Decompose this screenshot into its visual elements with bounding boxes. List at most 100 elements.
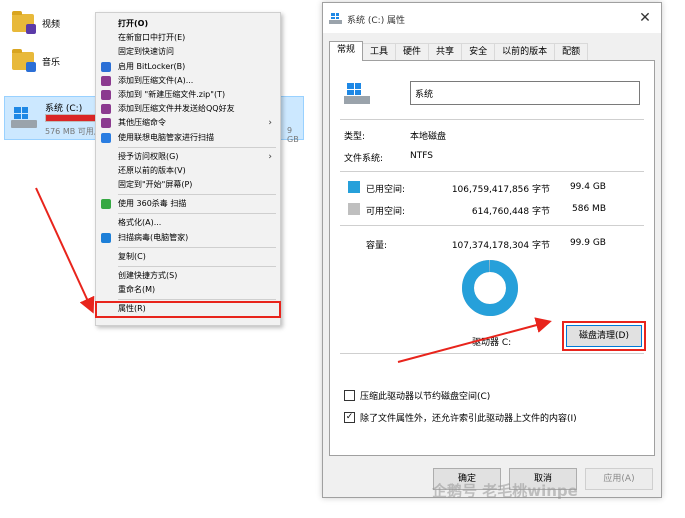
context-menu-item[interactable]: 重命名(M) — [96, 283, 280, 297]
folder-videos[interactable]: 视频 — [12, 11, 61, 34]
drive-icon — [11, 107, 39, 129]
used-space-label: 已用空间: — [366, 185, 406, 195]
free-space-size: 586 MB — [572, 204, 606, 214]
context-menu-item-label: 格式化(A)... — [118, 218, 162, 228]
disk-cleanup-button[interactable]: 磁盘清理(D) — [566, 325, 642, 347]
drive-icon — [329, 13, 343, 25]
close-button[interactable]: ✕ — [633, 7, 657, 29]
used-space-bytes: 106,759,417,856 字节 — [451, 185, 550, 195]
context-menu-item-label: 属性(R) — [118, 304, 146, 314]
context-menu-item-label: 授予访问权限(G) — [118, 151, 179, 161]
folder-music[interactable]: 音乐 — [12, 49, 60, 72]
drive-letter-label: 驱动器 C: — [472, 338, 512, 348]
compress-checkbox-label: 压缩此驱动器以节约磁盘空间(C) — [360, 392, 491, 402]
context-menu-item[interactable]: 扫描病毒(电脑管家) — [96, 231, 280, 245]
compress-option[interactable]: 压缩此驱动器以节约磁盘空间(C) — [344, 389, 490, 402]
context-menu-item[interactable]: 属性(R) — [95, 301, 281, 318]
title-bar[interactable]: 系统 (C:) 属性 ✕ — [323, 3, 661, 33]
filesystem-value: NTFS — [410, 151, 433, 161]
winrar-icon — [101, 89, 111, 100]
drive-free-text: 576 MB 可用, — [45, 127, 97, 136]
properties-dialog: 系统 (C:) 属性 ✕ 常规工具硬件共享安全以前的版本配额 类型: 本地磁盘 … — [322, 2, 662, 498]
context-menu-item-label: 添加到压缩文件(A)... — [118, 75, 194, 85]
divider — [340, 353, 644, 354]
apply-button[interactable]: 应用(A) — [585, 468, 653, 490]
drive-name: 系统 (C:) — [45, 104, 83, 114]
context-menu-item[interactable]: 其他压缩命令 › — [96, 116, 280, 130]
context-menu-item[interactable]: 使用 360杀毒 扫描 — [96, 197, 280, 211]
type-label: 类型: — [344, 132, 366, 142]
context-menu-item[interactable]: 还原以前的版本(V) — [96, 164, 280, 178]
context-menu-item[interactable]: 在新窗口中打开(E) — [96, 31, 280, 45]
drive-name-input[interactable] — [410, 81, 640, 105]
used-space-size: 99.4 GB — [569, 182, 606, 192]
chevron-right-icon: › — [268, 118, 272, 129]
winrar-icon — [101, 75, 111, 86]
general-tab-panel: 类型: 本地磁盘 文件系统: NTFS 已用空间: 106,759,417,85… — [329, 60, 655, 456]
context-menu-item[interactable]: 格式化(A)... — [96, 216, 280, 230]
watermark-text: 企鹅号 老毛桃winpe — [432, 482, 578, 500]
free-space-label: 可用空间: — [366, 207, 406, 217]
context-menu-item[interactable]: 启用 BitLocker(B) — [96, 60, 280, 74]
winrar-icon — [101, 104, 111, 115]
tab-5[interactable]: 以前的版本 — [494, 43, 556, 61]
menu-separator — [118, 299, 276, 301]
menu-separator — [118, 194, 276, 196]
tab-3[interactable]: 共享 — [428, 43, 463, 61]
chevron-right-icon: › — [268, 151, 272, 162]
context-menu-item-label: 复制(C) — [118, 251, 146, 261]
close-icon: ✕ — [639, 10, 651, 26]
context-menu-item-label: 添加到压缩文件并发送给QQ好友 — [118, 104, 235, 114]
tab-6[interactable]: 配额 — [554, 43, 589, 61]
context-menu-item-label: 扫描病毒(电脑管家) — [118, 232, 189, 242]
free-space-swatch — [348, 203, 360, 215]
menu-separator — [118, 266, 276, 267]
context-menu-item-label: 固定到快速访问 — [118, 47, 174, 57]
context-menu-item[interactable]: 打开(O) — [96, 17, 280, 31]
type-value: 本地磁盘 — [410, 132, 447, 142]
context-menu-item[interactable]: 添加到 "新建压缩文件.zip"(T) — [96, 88, 280, 102]
index-option[interactable]: ✓ 除了文件属性外，还允许索引此驱动器上文件的内容(I) — [344, 411, 577, 424]
used-space-swatch — [348, 181, 360, 193]
capacity-size: 99.9 GB — [569, 238, 606, 248]
context-menu-item-label: 创建快捷方式(S) — [118, 271, 178, 280]
context-menu-item[interactable]: 添加到压缩文件并发送给QQ好友 — [96, 102, 280, 116]
context-menu-item-label: 使用 360杀毒 扫描 — [118, 199, 187, 209]
context-menu-item[interactable]: 创建快捷方式(S) — [96, 269, 280, 283]
drive-icon — [344, 83, 372, 105]
tab-4[interactable]: 安全 — [461, 43, 496, 61]
context-menu-item[interactable]: 使用联想电脑管家进行扫描 — [96, 131, 280, 145]
donut-used-ring — [462, 260, 518, 316]
context-menu-item-label: 打开(O) — [118, 19, 149, 28]
divider — [340, 119, 644, 120]
context-menu-item[interactable]: 固定到"开始"屏幕(P) — [96, 178, 280, 192]
360-shield-icon — [101, 199, 111, 210]
context-menu-item-label: 其他压缩命令 — [118, 118, 166, 128]
tab-1[interactable]: 工具 — [362, 43, 397, 61]
context-menu-item[interactable]: 授予访问权限(G) › — [96, 150, 280, 164]
context-menu-item[interactable]: 复制(C) — [96, 250, 280, 264]
context-menu-item[interactable]: 固定到快速访问 — [96, 45, 280, 59]
context-menu-item-label: 在新窗口中打开(E) — [118, 33, 186, 43]
context-menu-item-label: 启用 BitLocker(B) — [118, 61, 186, 71]
lenovo-icon — [101, 132, 111, 143]
usage-donut-chart — [462, 260, 518, 316]
index-checkbox[interactable]: ✓ — [344, 412, 355, 423]
capacity-label: 容量: — [366, 241, 388, 251]
tab-2[interactable]: 硬件 — [395, 43, 430, 61]
capacity-bytes: 107,374,178,304 字节 — [451, 241, 550, 251]
context-menu-item-label: 还原以前的版本(V) — [118, 165, 186, 175]
tab-bar: 常规 工具 硬件 共享 安全 以前的版本 配额 — [329, 41, 589, 61]
context-menu-item[interactable]: 添加到压缩文件(A)... — [96, 74, 280, 88]
free-space-bytes: 614,760,448 字节 — [471, 207, 550, 217]
drive-size-text: 9 GB — [287, 126, 299, 144]
tencent-shield-icon — [101, 232, 111, 243]
winrar-icon — [101, 118, 111, 129]
index-checkbox-label: 除了文件属性外，还允许索引此驱动器上文件的内容(I) — [360, 414, 577, 424]
divider — [340, 225, 644, 226]
music-folder-icon — [12, 49, 36, 72]
compress-checkbox[interactable] — [344, 390, 355, 401]
tab-0[interactable]: 常规 — [329, 41, 364, 61]
folder-label: 视频 — [42, 19, 61, 30]
menu-separator — [118, 213, 276, 215]
